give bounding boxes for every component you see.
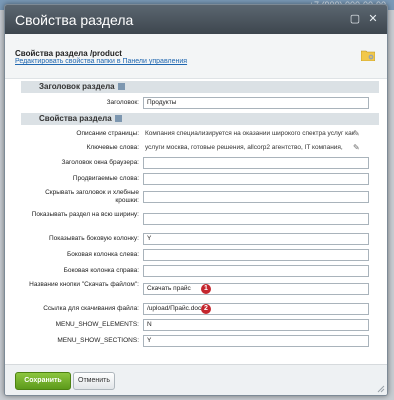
description-value: Компания специализируется на оказании ши…	[145, 130, 355, 137]
heading-label: Заголовок:	[106, 99, 139, 106]
resize-handle-icon[interactable]	[377, 385, 385, 393]
promoted-words-label: Продвигаемые слова:	[72, 175, 139, 182]
description-label: Описание страницы:	[76, 130, 139, 137]
dialog-title: Свойства раздела	[15, 12, 134, 28]
dialog-footer: Сохранить Отменить	[5, 364, 387, 395]
section-help-icon	[117, 83, 125, 91]
hide-title-input[interactable]	[143, 191, 369, 203]
section-properties-label: Свойства раздела	[39, 114, 112, 123]
button-name-label: Название кнопки "Скачать файлом":	[29, 281, 139, 288]
cancel-button[interactable]: Отменить	[73, 372, 115, 390]
button-name-input[interactable]: Скачать прайс	[143, 283, 369, 295]
section-properties-title: Свойства раздела	[21, 113, 379, 125]
section-properties-dialog: Свойства раздела ▢ ✕ Свойства раздела /p…	[4, 4, 388, 396]
dialog-header: Свойства раздела /product Редактировать …	[5, 34, 387, 79]
maximize-icon[interactable]: ▢	[349, 13, 361, 25]
full-width-input[interactable]	[143, 213, 369, 225]
download-link-label: Ссылка для скачивания файла:	[43, 305, 139, 312]
browser-title-label: Заголовок окна браузера:	[61, 159, 139, 166]
heading-input[interactable]: Продукты	[143, 97, 369, 109]
right-column-label: Боковая колонка справа:	[63, 267, 139, 274]
menu-show-elements-input[interactable]: N	[143, 319, 369, 331]
edit-keywords-icon[interactable]: ✎	[353, 143, 360, 152]
save-button[interactable]: Сохранить	[15, 372, 71, 390]
full-width-label: Показывать раздел на всю ширину:	[31, 211, 139, 218]
left-column-label: Боковая колонка слева:	[66, 251, 139, 258]
marker-badge-1: 1	[201, 284, 211, 294]
browser-title-input[interactable]	[143, 157, 369, 169]
menu-show-elements-label: MENU_SHOW_ELEMENTS:	[55, 321, 139, 328]
keywords-value: услуги москва, готовые решения, allcorp2…	[145, 144, 343, 151]
download-link-input[interactable]: /upload/Прайс.docx	[143, 303, 369, 315]
side-column-label: Показывать боковую колонку:	[48, 235, 139, 242]
right-column-input[interactable]	[143, 265, 369, 277]
menu-show-sections-input[interactable]: Y	[143, 335, 369, 347]
edit-description-icon[interactable]: ✎	[353, 129, 360, 138]
marker-badge-2: 2	[201, 304, 211, 314]
side-column-input[interactable]: Y	[143, 233, 369, 245]
form-content: Заголовок раздела Заголовок: Продукты Св…	[13, 81, 379, 369]
keywords-label: Ключевые слова:	[86, 144, 139, 151]
left-column-input[interactable]	[143, 249, 369, 261]
hide-title-label: Скрывать заголовок и хлебные крошки:	[45, 189, 139, 204]
header-path: Свойства раздела /product	[15, 49, 122, 58]
section-help-icon	[114, 115, 122, 123]
promoted-words-input[interactable]	[143, 173, 369, 185]
edit-folder-link[interactable]: Редактировать свойства папки в Панели уп…	[15, 58, 187, 65]
folder-settings-icon	[361, 50, 375, 61]
close-icon[interactable]: ✕	[367, 13, 379, 25]
section-heading-title: Заголовок раздела	[21, 81, 379, 93]
menu-show-sections-label: MENU_SHOW_SECTIONS:	[57, 337, 139, 344]
section-heading-label: Заголовок раздела	[39, 82, 115, 91]
dialog-titlebar[interactable]: Свойства раздела ▢ ✕	[5, 5, 387, 34]
